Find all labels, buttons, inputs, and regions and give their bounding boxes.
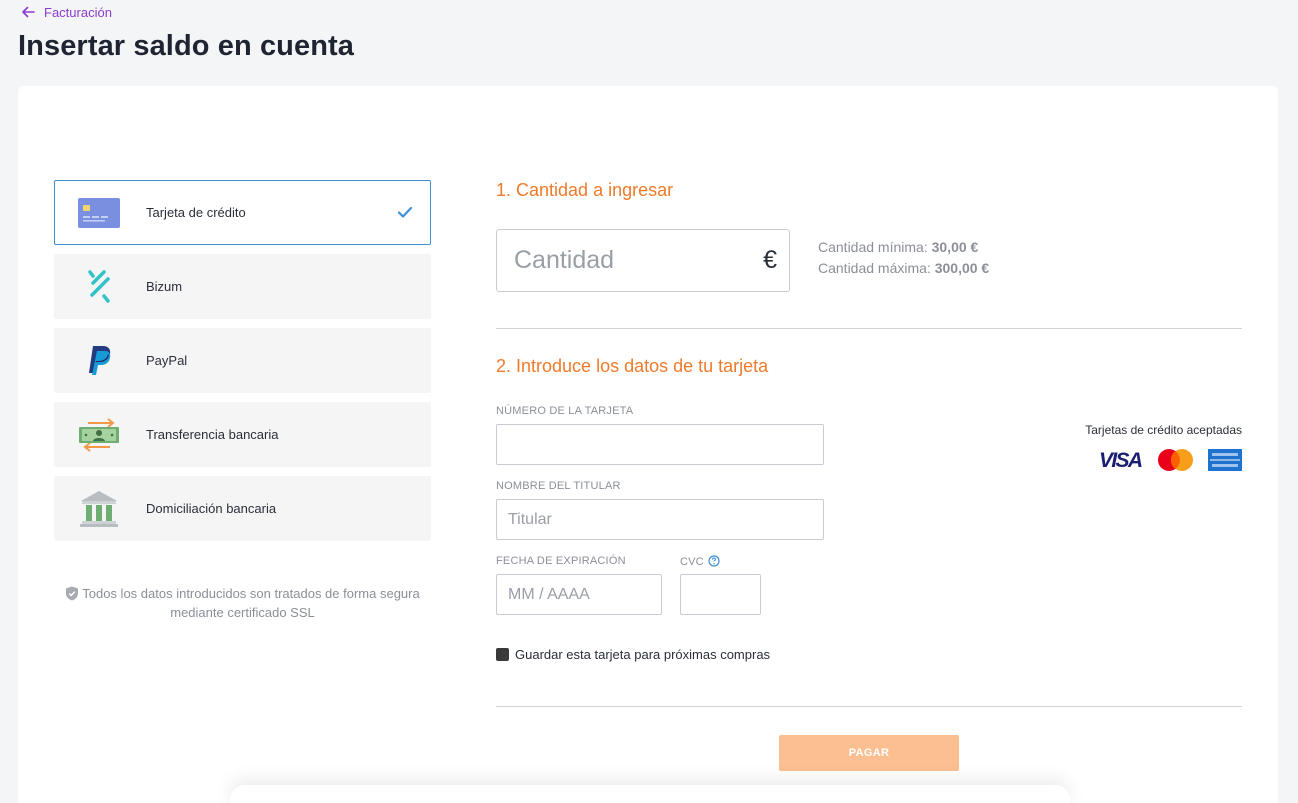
- method-label: Tarjeta de crédito: [146, 205, 246, 220]
- pay-button[interactable]: PAGAR: [779, 735, 959, 771]
- mastercard-icon: [1158, 449, 1193, 471]
- currency-symbol: €: [763, 246, 777, 274]
- max-amount-label: Cantidad máxima:: [818, 260, 931, 276]
- divider: [496, 328, 1242, 329]
- expiry-label: FECHA DE EXPIRACIÓN: [496, 555, 626, 567]
- method-credit-card[interactable]: Tarjeta de crédito: [54, 180, 431, 245]
- method-bank-transfer[interactable]: Transferencia bancaria: [54, 402, 431, 467]
- checkmark-icon: [397, 206, 413, 218]
- card-number-field[interactable]: [496, 424, 824, 465]
- amount-limits: Cantidad mínima: 30,00 € Cantidad máxima…: [818, 237, 989, 279]
- method-label: Transferencia bancaria: [146, 427, 279, 442]
- method-bizum[interactable]: Bizum: [54, 254, 431, 319]
- back-link-label: Facturación: [44, 4, 112, 20]
- secure-note-text: Todos los datos introducidos son tratado…: [82, 586, 420, 620]
- card-number-label: NÚMERO DE LA TARJETA: [496, 405, 634, 417]
- page-title: Insertar saldo en cuenta: [18, 30, 355, 62]
- method-paypal[interactable]: PayPal: [54, 328, 431, 393]
- arrow-left-icon: [22, 6, 35, 18]
- accepted-cards-logos: VISA: [1099, 449, 1242, 472]
- expiry-input[interactable]: [508, 585, 650, 604]
- cvc-field[interactable]: [680, 574, 761, 615]
- card-holder-field[interactable]: [496, 499, 824, 540]
- save-card-checkbox[interactable]: Guardar esta tarjeta para próximas compr…: [496, 647, 770, 662]
- min-amount-value: 30,00 €: [931, 239, 979, 255]
- amount-input[interactable]: [514, 246, 744, 275]
- card-section-title: 2. Introduce los datos de tu tarjeta: [496, 356, 769, 376]
- svg-text:VISA: VISA: [1099, 449, 1143, 472]
- amount-field[interactable]: €: [496, 229, 790, 292]
- payment-card: Tarjeta de crédito Bizum PayPal Transfer…: [18, 86, 1278, 803]
- bank-transfer-icon: [77, 417, 121, 453]
- card-number-input[interactable]: [508, 435, 812, 454]
- shield-check-icon: [66, 586, 79, 601]
- paypal-icon: [77, 343, 121, 379]
- checkbox-icon[interactable]: [496, 648, 509, 661]
- card-holder-input[interactable]: [508, 510, 812, 529]
- divider: [496, 706, 1242, 707]
- back-link[interactable]: Facturación: [20, 4, 112, 20]
- method-label: Bizum: [146, 279, 183, 294]
- help-icon[interactable]: [708, 555, 720, 567]
- bank-building-icon: [77, 490, 121, 527]
- payment-methods: Tarjeta de crédito Bizum PayPal Transfer…: [54, 180, 431, 550]
- method-label: Domiciliación bancaria: [146, 501, 277, 516]
- cvc-input[interactable]: [692, 585, 749, 604]
- max-amount-value: 300,00 €: [934, 260, 990, 276]
- method-label: PayPal: [146, 353, 188, 368]
- card-holder-label: NOMBRE DEL TITULAR: [496, 480, 621, 492]
- expiry-field[interactable]: [496, 574, 662, 615]
- credit-card-icon: [77, 195, 121, 231]
- accepted-cards-label: Tarjetas de crédito aceptadas: [1085, 423, 1242, 437]
- amount-section-title: 1. Cantidad a ingresar: [496, 180, 674, 200]
- method-direct-debit[interactable]: Domiciliación bancaria: [54, 476, 431, 541]
- save-card-label: Guardar esta tarjeta para próximas compr…: [515, 647, 771, 662]
- visa-icon: VISA: [1099, 449, 1143, 472]
- american-express-icon: [1208, 449, 1242, 471]
- cvc-label-group: CVC: [680, 555, 720, 568]
- secure-note: Todos los datos introducidos son tratado…: [54, 584, 431, 622]
- cvc-label: CVC: [680, 556, 704, 568]
- bottom-shadow: [230, 785, 1070, 803]
- bizum-icon: [77, 269, 121, 305]
- min-amount-label: Cantidad mínima:: [818, 239, 928, 255]
